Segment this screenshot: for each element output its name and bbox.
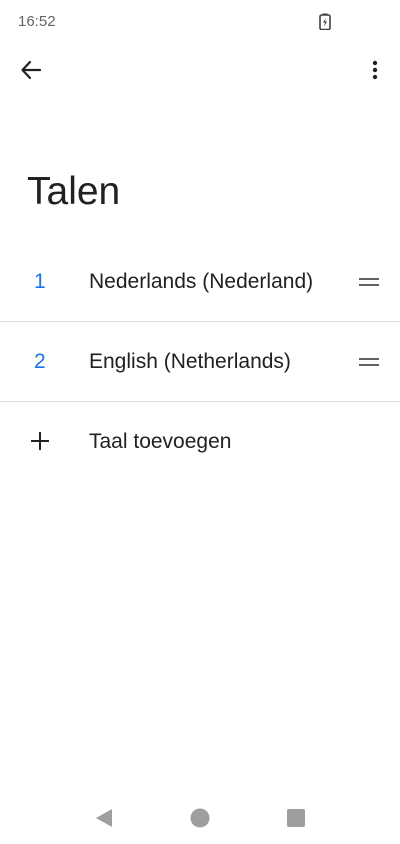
language-order-number: 2 xyxy=(34,350,46,373)
battery-charging-icon xyxy=(319,13,331,31)
language-list: 1 Nederlands (Nederland) 2 English (Neth… xyxy=(0,242,400,482)
back-button[interactable] xyxy=(11,52,51,92)
list-item[interactable]: 1 Nederlands (Nederland) xyxy=(0,242,400,322)
status-time: 16:52 xyxy=(18,13,56,30)
nav-recents-icon[interactable] xyxy=(284,806,308,830)
add-language-button[interactable]: Taal toevoegen xyxy=(0,402,400,482)
drag-handle-icon[interactable] xyxy=(355,268,383,296)
status-bar: 16:52 xyxy=(0,0,400,44)
list-item[interactable]: 2 English (Netherlands) xyxy=(0,322,400,402)
language-name: Nederlands (Nederland) xyxy=(89,270,314,293)
system-navigation-bar xyxy=(0,790,400,844)
language-name: English (Netherlands) xyxy=(89,350,291,373)
arrow-back-icon xyxy=(20,59,42,86)
app-bar xyxy=(0,44,400,104)
plus-icon xyxy=(26,427,54,455)
more-options-button[interactable] xyxy=(355,52,395,92)
add-language-label: Taal toevoegen xyxy=(89,430,232,453)
page-title: Talen xyxy=(27,170,121,213)
drag-handle-icon[interactable] xyxy=(355,348,383,376)
nav-back-icon[interactable] xyxy=(92,806,116,830)
language-order-number: 1 xyxy=(34,270,46,293)
more-vertical-icon xyxy=(372,60,378,85)
nav-home-icon[interactable] xyxy=(188,806,212,830)
